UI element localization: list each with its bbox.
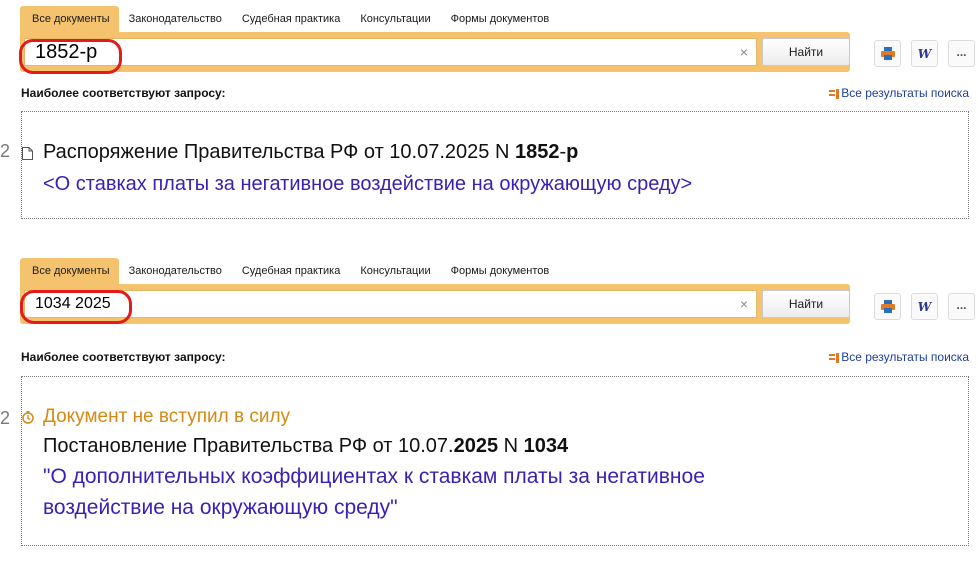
result-title-number: 1034	[523, 435, 569, 457]
word-export-button[interactable]: W	[911, 293, 938, 320]
all-results-label: Все результаты поиска	[841, 350, 969, 364]
search-bar: 1034 2025 × Найти	[20, 284, 850, 324]
word-icon: W	[917, 299, 932, 314]
result-title-mid: N	[498, 435, 524, 457]
result-subtitle-line-1[interactable]: "О дополнительных коэффициентах к ставка…	[43, 463, 705, 491]
tab-all-documents[interactable]: Все документы	[20, 258, 119, 284]
row-number: 2	[0, 408, 11, 428]
result-subtitle-line-2[interactable]: воздействие на окружающую среду"	[43, 494, 398, 522]
result-title-link[interactable]: Постановление Правительства РФ от 10.07.…	[43, 432, 568, 460]
search-query: 1034 2025	[35, 295, 111, 312]
result-title-prefix: Постановление Правительства РФ от 10.07.	[43, 435, 454, 457]
print-button[interactable]	[874, 293, 901, 320]
search-input[interactable]: 1034 2025 ×	[24, 290, 757, 318]
tab-document-forms[interactable]: Формы документов	[441, 258, 560, 284]
find-button[interactable]: Найти	[762, 290, 850, 318]
not-in-force-icon	[22, 411, 34, 429]
clear-icon[interactable]: ×	[740, 291, 748, 315]
printer-icon	[880, 300, 895, 313]
result-status: Документ не вступил в силу	[43, 406, 291, 427]
results-list-icon	[829, 352, 840, 363]
more-icon: ...	[956, 297, 967, 312]
search-tabs: Все документы Законодательство Судебная …	[20, 258, 559, 284]
more-button[interactable]: ...	[948, 293, 975, 320]
tab-legislation[interactable]: Законодательство	[119, 258, 232, 284]
search-panel-2: Все документы Законодательство Судебная …	[0, 0, 978, 569]
best-match-label: Наиболее соответствуют запросу:	[21, 350, 226, 364]
tab-consultations[interactable]: Консультации	[350, 258, 440, 284]
result-title-year: 2025	[453, 435, 499, 457]
tab-court-practice[interactable]: Судебная практика	[232, 258, 350, 284]
all-results-link[interactable]: Все результаты поиска	[829, 350, 969, 364]
